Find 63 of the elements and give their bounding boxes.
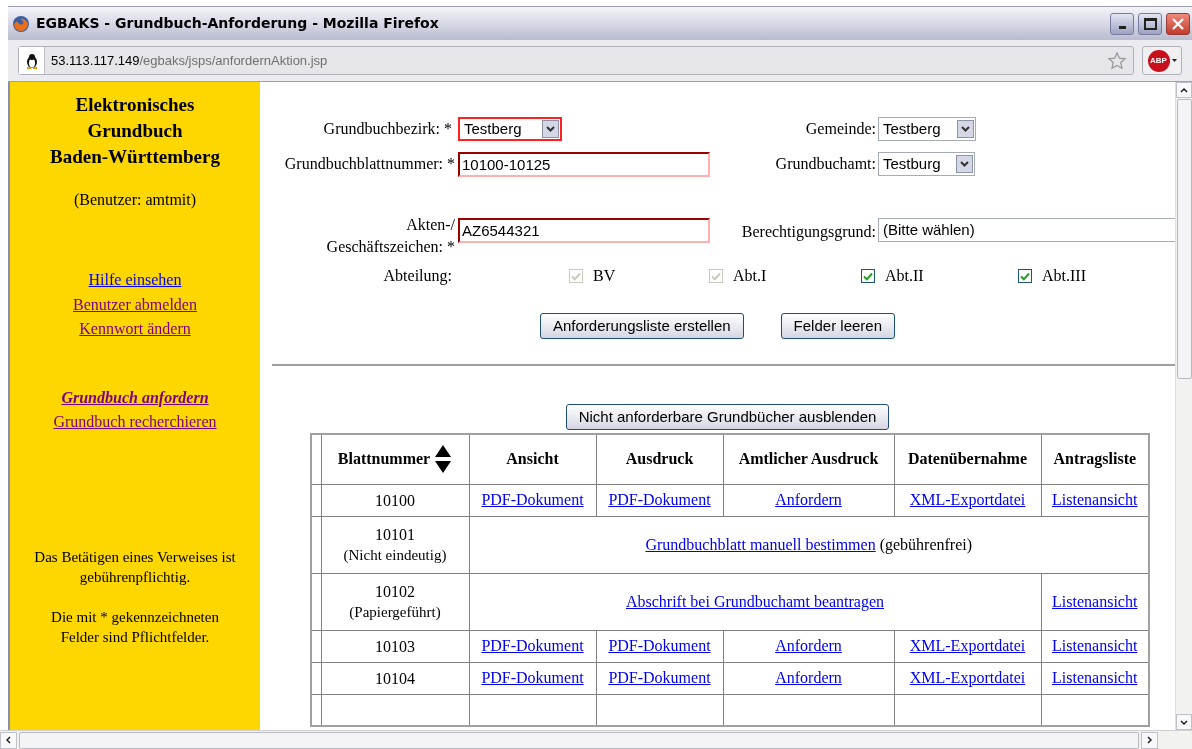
column-header[interactable]: Blattnummer [321, 434, 469, 484]
file-reference-input[interactable]: AZ6544321 [458, 218, 710, 243]
table-link[interactable]: Grundbuchblatt manuell bestimmen [645, 535, 876, 553]
user-label: (Benutzer: amtmit) [73, 190, 197, 211]
sort-icon[interactable] [434, 444, 453, 475]
form-button[interactable]: Anforderungsliste erstellen [540, 313, 744, 339]
table-cell: 10101 (Nicht eindeutig) [321, 516, 469, 573]
municipality-select[interactable]: Testberg [878, 117, 976, 141]
column-header: Ansicht [469, 434, 596, 484]
vertical-scrollbar[interactable] [1175, 82, 1192, 730]
scroll-right-icon[interactable] [1141, 731, 1158, 749]
url-text: 53.113.117.149/egbaks/jsps/anfordernAktion.jsp [51, 51, 329, 70]
close-button[interactable] [1166, 12, 1190, 35]
scroll-thumb[interactable] [1176, 99, 1192, 379]
fee-note: (gebührenfrei) [879, 535, 973, 553]
table-cell: 10104 [321, 662, 469, 694]
district-select[interactable]: Testberg [458, 117, 562, 141]
table-cell: 10102 (Papiergeführt) [321, 573, 469, 630]
checkbox[interactable] [861, 269, 875, 283]
sidebar-title: Elektronisches Grundbuch Baden-Württemberg [50, 93, 220, 169]
column-header: Amtlicher Ausdruck [723, 434, 894, 484]
maximize-button[interactable] [1138, 12, 1162, 35]
column-header: Ausdruck [596, 434, 723, 484]
column-header: Datenübernahme [894, 434, 1041, 484]
land-registry-office-select[interactable]: Testburg [878, 152, 975, 176]
field-label: Grundbuchamt: [774, 154, 877, 174]
field-label: Berechtigungsgrund: [740, 222, 877, 243]
checkbox[interactable] [1018, 269, 1032, 283]
reason-select[interactable]: (Bitte wählen) [878, 218, 1175, 242]
browser-logo-icon [12, 14, 30, 33]
sidebar-note: Das Betätigen eines Verweises ist gebührenpflichtig. [33, 547, 237, 587]
minimize-button[interactable] [1110, 12, 1134, 35]
address-bar[interactable]: 53.113.117.149/egbaks/jsps/anfordernAktion.jsp [18, 46, 1134, 75]
scroll-left-icon[interactable] [0, 731, 17, 749]
nav-link[interactable]: Grundbuch recherchieren [53, 410, 217, 435]
caret-icon [1171, 59, 1177, 62]
table-link[interactable]: Abschrift bei Grundbuchamt beantragen [625, 592, 885, 610]
field-label: Grundbuchbezirk: * [322, 119, 453, 139]
form-button[interactable]: Nicht anforderbare Grundbücher ausblenden [565, 404, 890, 430]
field-label: Grundbuchblattnummer: * [283, 154, 456, 174]
site-identity-icon[interactable] [19, 47, 45, 74]
table-cell: 10103 [321, 630, 469, 662]
scroll-down-icon[interactable] [1176, 714, 1192, 730]
scroll-up-icon[interactable] [1176, 82, 1192, 98]
sidebar-note: Die mit * gekennzeichneten Felder sind Pflichtfelder. [50, 607, 220, 647]
sidebar-link[interactable]: Kennwort ändern [79, 317, 191, 342]
checkbox-label: BV [593, 266, 616, 286]
sheet-number-input[interactable]: 10100-10125 [458, 151, 710, 177]
field-label: Abteilung: [382, 266, 453, 287]
bookmark-star-icon[interactable] [1107, 50, 1127, 71]
close-icon [1172, 17, 1184, 30]
nav-link[interactable]: Grundbuch anfordern [61, 385, 209, 410]
sidebar-link[interactable]: Benutzer abmelden [73, 292, 197, 317]
addon-button[interactable]: ABP [1142, 46, 1182, 75]
checkbox-label: Abt.II [885, 266, 924, 286]
field-label: Gemeinde: [804, 119, 877, 139]
table-cell: 10100 [321, 484, 469, 516]
sidebar-link[interactable]: Hilfe einsehen [88, 268, 182, 293]
form-button[interactable]: Felder leeren [780, 313, 895, 339]
field-label: Akten-/ Geschäftszeichen: * [325, 215, 456, 257]
checkbox-label: Abt.III [1042, 266, 1086, 286]
window-title: EGBAKS - Grundbuch-Anforderung - Mozilla Firefox [36, 14, 440, 33]
checkbox-label: Abt.I [733, 266, 767, 286]
